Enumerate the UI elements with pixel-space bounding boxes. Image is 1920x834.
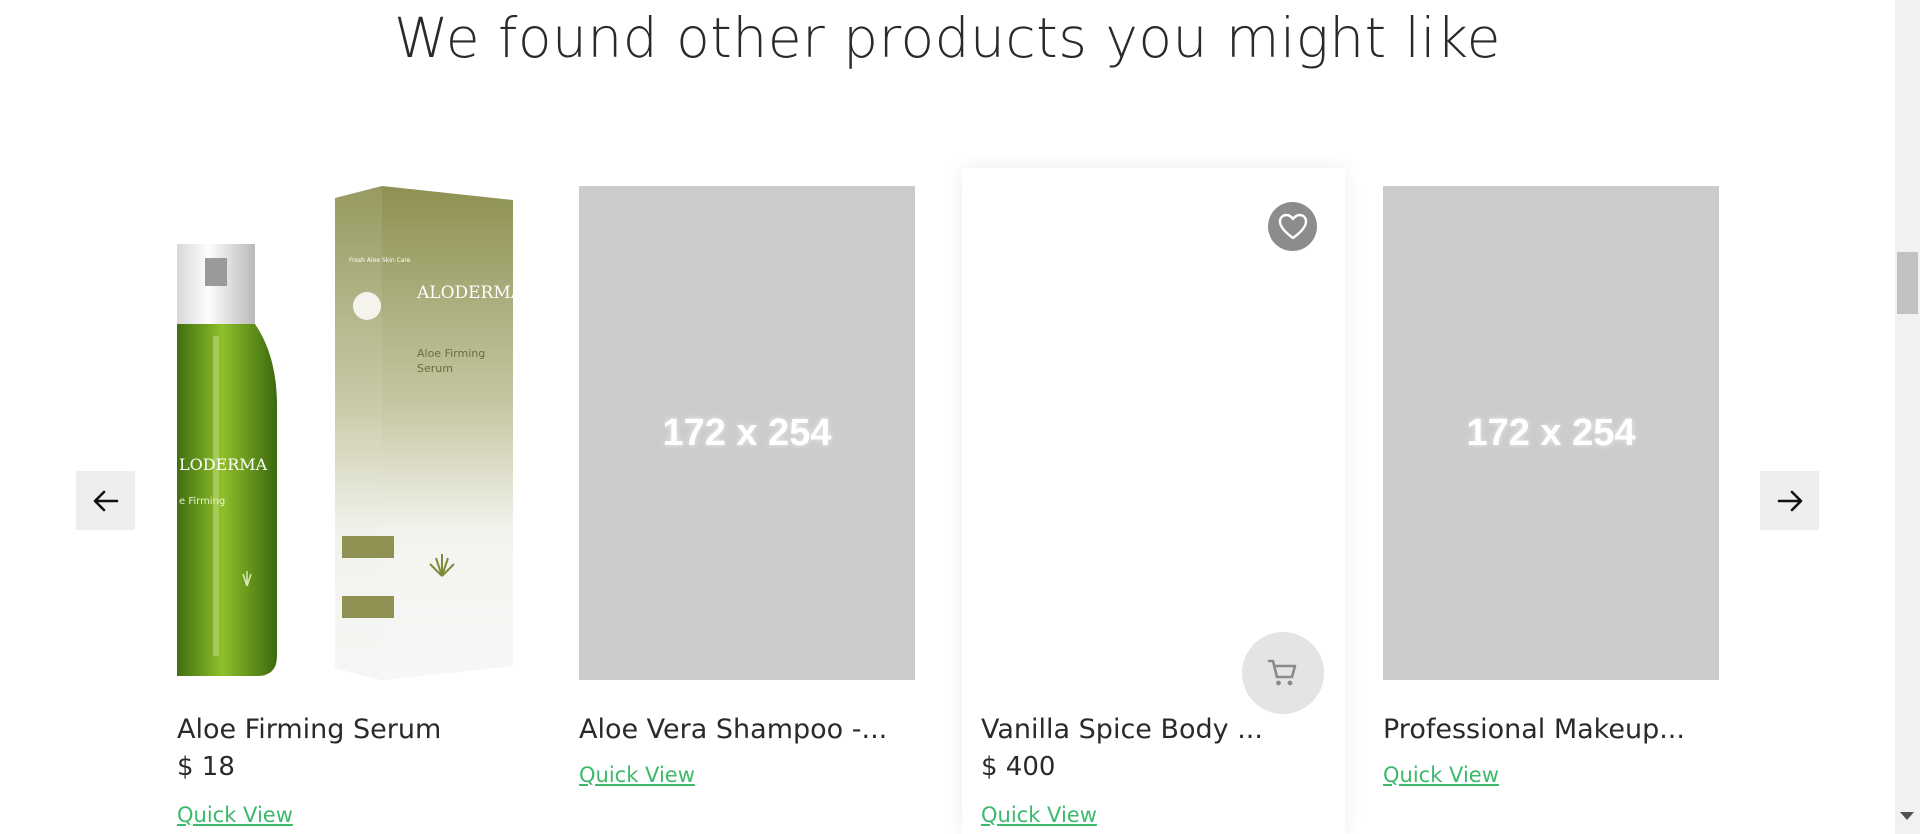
arrow-left-icon <box>93 490 118 511</box>
quick-view-link[interactable]: Quick View <box>177 803 293 827</box>
carousel-prev-button[interactable] <box>76 471 135 530</box>
scrollbar-thumb[interactable] <box>1897 252 1918 314</box>
placeholder-text: 172 x 254 <box>1466 411 1636 454</box>
product-name[interactable]: Vanilla Spice Body ... <box>981 714 1263 745</box>
page-scrollbar[interactable] <box>1895 0 1920 834</box>
add-to-cart-button[interactable] <box>1242 632 1324 714</box>
product-name[interactable]: Professional Makeup... <box>1383 714 1685 745</box>
product-name[interactable]: Aloe Firming Serum <box>177 714 441 745</box>
bottle-brand-text: LODERMA <box>179 455 268 474</box>
box-header-text: Fresh Aloe Skin Care <box>349 257 411 264</box>
product-price: $ 400 <box>981 752 1056 782</box>
heart-icon <box>1278 213 1307 239</box>
quick-view-link[interactable]: Quick View <box>1383 763 1499 787</box>
box-brand-text: ALODERMA <box>416 283 513 303</box>
product-price: $ 18 <box>177 752 235 782</box>
quick-view-link[interactable]: Quick View <box>981 803 1097 827</box>
wishlist-button[interactable] <box>1268 202 1317 251</box>
box-product-line-text-2: Serum <box>417 362 453 375</box>
carousel-next-button[interactable] <box>1760 471 1819 530</box>
scroll-down-arrow-icon[interactable] <box>1900 812 1914 820</box>
product-image[interactable]: ALODERMA Aloe Firming Serum Fresh Aloe S… <box>177 186 513 680</box>
quick-view-link[interactable]: Quick View <box>579 763 695 787</box>
cart-icon <box>1267 659 1297 686</box>
arrow-right-icon <box>1777 490 1802 511</box>
placeholder-text: 172 x 254 <box>662 411 832 454</box>
product-name[interactable]: Aloe Vera Shampoo -... <box>579 714 887 745</box>
section-heading: We found other products you might like <box>394 6 1501 70</box>
bottle-line-text: e Firming <box>179 496 225 507</box>
product-image-placeholder[interactable]: 172 x 254 <box>579 186 915 680</box>
product-image-placeholder[interactable]: 172 x 254 <box>1383 186 1719 680</box>
box-product-line-text: Aloe Firming <box>417 347 485 360</box>
